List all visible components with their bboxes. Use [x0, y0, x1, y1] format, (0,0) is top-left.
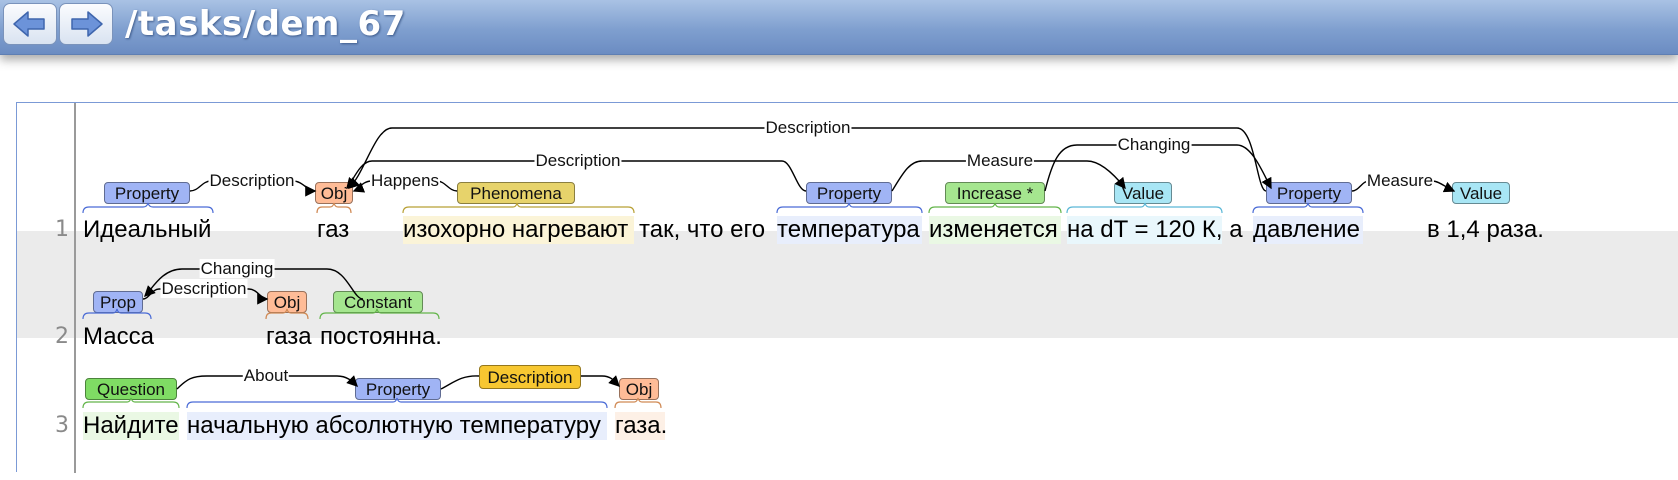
arrow-right-icon: [71, 11, 103, 37]
document-title: /tasks/dem_67: [125, 4, 406, 44]
arc-label[interactable]: Description: [764, 118, 852, 137]
arc-label[interactable]: About: [242, 366, 290, 385]
arc-label[interactable]: Description: [534, 151, 622, 170]
arc-label[interactable]: Measure: [965, 151, 1035, 170]
back-button[interactable]: [3, 3, 57, 45]
arc-line: [581, 375, 620, 387]
arc-label[interactable]: Changing: [199, 259, 275, 278]
toolbar: /tasks/dem_67: [0, 0, 1678, 55]
arrow-left-icon: [13, 11, 45, 37]
arc-label[interactable]: Changing: [1116, 135, 1192, 154]
arc-label[interactable]: Measure: [1365, 171, 1435, 190]
relation-arcs: [82, 127, 1456, 409]
arc-line: [440, 375, 480, 390]
arc-label[interactable]: Happens: [369, 171, 441, 190]
arc-label[interactable]: Description: [208, 171, 296, 190]
annotation-document: 1 Идеальный газ изохорно нагревают так, …: [16, 102, 1678, 473]
arc-label[interactable]: Description: [160, 279, 248, 298]
forward-button[interactable]: [59, 3, 113, 45]
